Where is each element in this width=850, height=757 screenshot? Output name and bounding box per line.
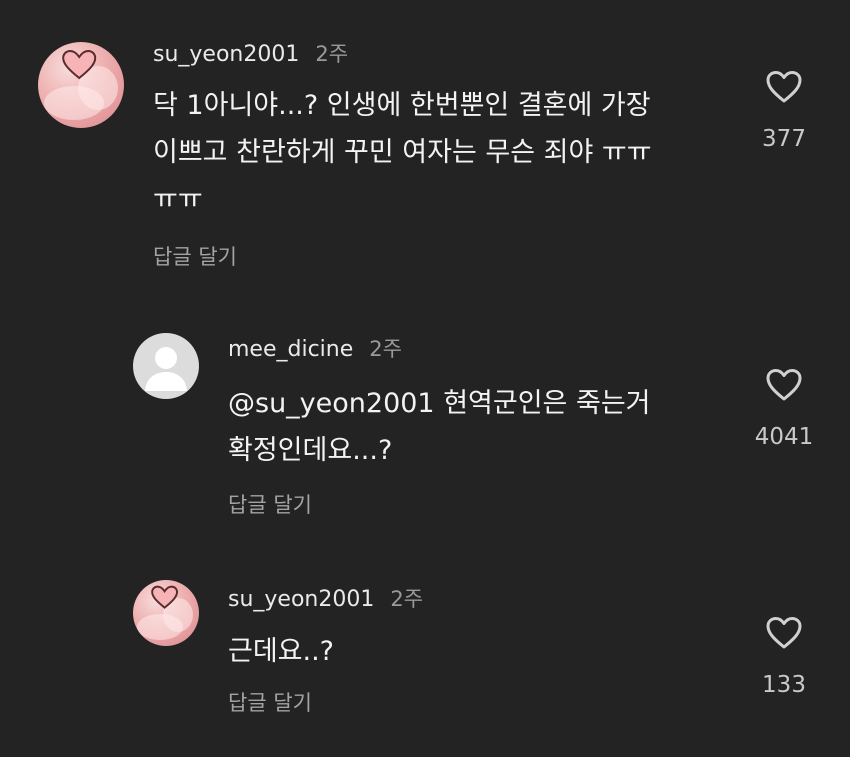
comment-text-line: ㅠㅠ: [153, 184, 203, 215]
comment-text: 닥 1아니야...? 인생에 한번뿐인 결혼에 가장 이쁘고 찬란하게 꾸민 여…: [153, 82, 743, 223]
comment-text-line: 닥 1아니야...? 인생에 한번뿐인 결혼에 가장: [153, 90, 651, 121]
heart-outline-icon: [766, 369, 802, 401]
timestamp: 2주: [315, 42, 349, 66]
like-button[interactable]: 133: [744, 616, 824, 698]
comment-text: 근데요..?: [228, 628, 748, 675]
like-button[interactable]: 4041: [744, 368, 824, 450]
default-user-icon: [145, 347, 187, 391]
timestamp: 2주: [390, 587, 424, 611]
like-count: 133: [762, 672, 806, 698]
like-count: 377: [762, 126, 806, 152]
comment-text-line: 확정인데요...?: [228, 435, 393, 466]
reply-button[interactable]: 답글 달기: [228, 489, 312, 519]
username[interactable]: mee_dicine: [228, 337, 353, 362]
comment-header: mee_dicine 2주: [228, 333, 402, 363]
like-button[interactable]: 377: [744, 70, 824, 152]
timestamp: 2주: [369, 337, 402, 361]
user-avatar[interactable]: [38, 42, 124, 128]
comment-header: su_yeon2001 2주: [153, 38, 348, 68]
like-count: 4041: [754, 424, 814, 450]
username[interactable]: su_yeon2001: [228, 587, 374, 612]
comment-text-line: 근데요..?: [228, 636, 335, 667]
username[interactable]: su_yeon2001: [153, 42, 299, 67]
comment-header: su_yeon2001 2주: [228, 583, 423, 613]
heart-icon: [62, 49, 97, 80]
comment-text: @su_yeon2001 현역군인은 죽는거 확정인데요...?: [228, 380, 748, 474]
user-avatar[interactable]: [133, 333, 199, 399]
heart-outline-icon: [766, 617, 802, 649]
reply-button[interactable]: 답글 달기: [228, 687, 312, 717]
heart-outline-icon: [766, 71, 802, 103]
comment-text-line: 이쁘고 찬란하게 꾸민 여자는 무슨 죄야 ㅠㅠ: [153, 137, 652, 168]
heart-icon: [151, 585, 179, 610]
reply-button[interactable]: 답글 달기: [153, 241, 237, 271]
comment-text-line: @su_yeon2001 현역군인은 죽는거: [228, 388, 651, 419]
user-avatar[interactable]: [133, 580, 199, 646]
